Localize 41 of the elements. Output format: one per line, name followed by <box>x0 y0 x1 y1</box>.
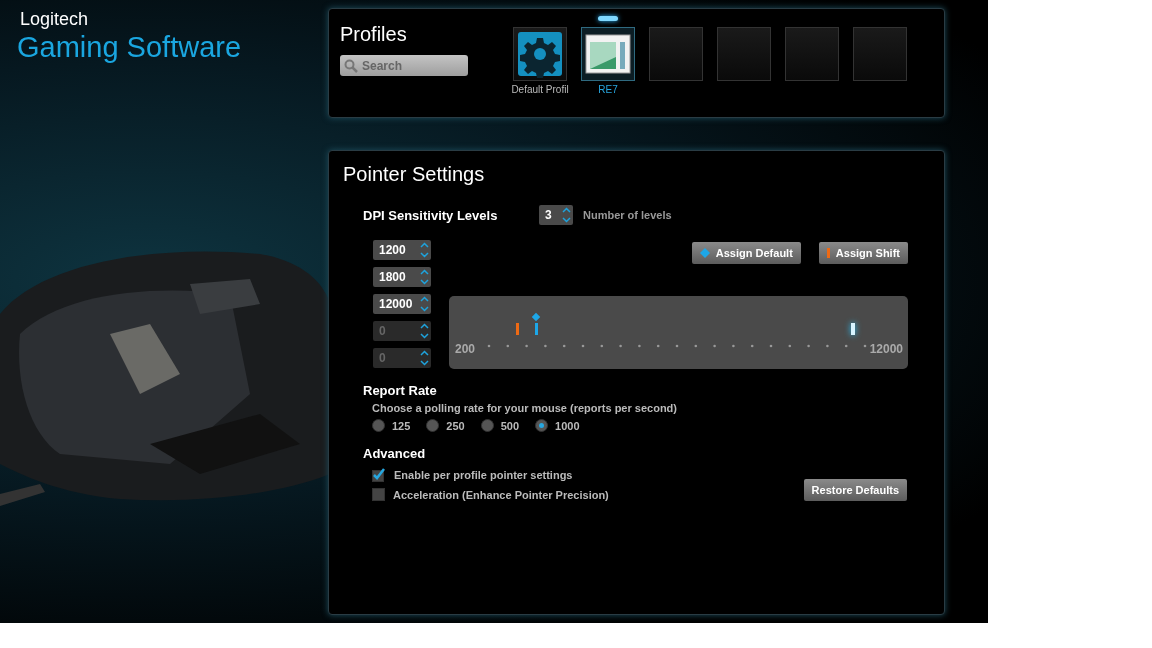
dpi-spinner[interactable]: 12000 <box>373 294 431 314</box>
profile-slot[interactable] <box>581 27 635 81</box>
panel-title: Pointer Settings <box>343 163 486 186</box>
dpi-marker[interactable] <box>516 323 520 335</box>
rate-radio[interactable]: 250 <box>426 419 465 432</box>
window-icon <box>585 34 631 74</box>
section-title: Advanced <box>363 446 427 461</box>
option-checkbox[interactable]: Acceleration (Enhance Pointer Precision) <box>372 488 609 501</box>
search-icon <box>344 59 358 73</box>
brand-company: Logitech <box>20 9 90 30</box>
section-hint: Choose a polling rate for your mouse (reports per second) <box>372 402 678 414</box>
rate-radio[interactable]: 125 <box>372 419 411 432</box>
search-field[interactable]: Search <box>340 55 468 76</box>
rate-radio[interactable]: 1000 <box>535 419 580 432</box>
dpi-spinner[interactable]: 1800 <box>373 267 431 287</box>
gear-icon <box>516 30 564 78</box>
slider-max-label: 12000 <box>869 342 903 356</box>
section-title: DPI Sensitivity Levels <box>363 207 499 223</box>
restore-defaults-button[interactable]: Restore Defaults <box>803 479 907 501</box>
panel-title: Profiles <box>340 23 408 46</box>
app-title: Gaming Software <box>17 31 243 64</box>
option-checkbox[interactable]: Enable per profile pointer settings <box>372 468 609 482</box>
spinner-arrows-icon[interactable] <box>420 242 429 258</box>
dpi-marker[interactable] <box>534 323 538 335</box>
spinner-arrows-icon[interactable] <box>420 269 429 285</box>
section-title: Report Rate <box>363 383 438 398</box>
profile-label: Default Profil <box>511 84 569 95</box>
dpi-spinner[interactable]: 1200 <box>373 240 431 260</box>
diamond-icon <box>699 248 710 258</box>
spinner-arrows-icon[interactable] <box>420 296 429 312</box>
dpi-marker[interactable] <box>851 323 856 335</box>
assign-default-button[interactable]: Assign Default <box>691 242 801 264</box>
level-count-spinner[interactable]: 3 <box>539 205 573 225</box>
spinner-arrows-icon[interactable] <box>562 207 571 223</box>
dpi-slider-track[interactable]: 200 12000 <box>449 296 908 369</box>
assign-shift-button[interactable]: Assign Shift <box>818 242 908 264</box>
rate-radio[interactable]: 500 <box>480 419 520 432</box>
bar-icon <box>826 248 830 258</box>
slider-min-label: 200 <box>455 342 476 356</box>
profile-label: RE7 <box>598 84 618 95</box>
field-label: Number of levels <box>583 209 672 221</box>
